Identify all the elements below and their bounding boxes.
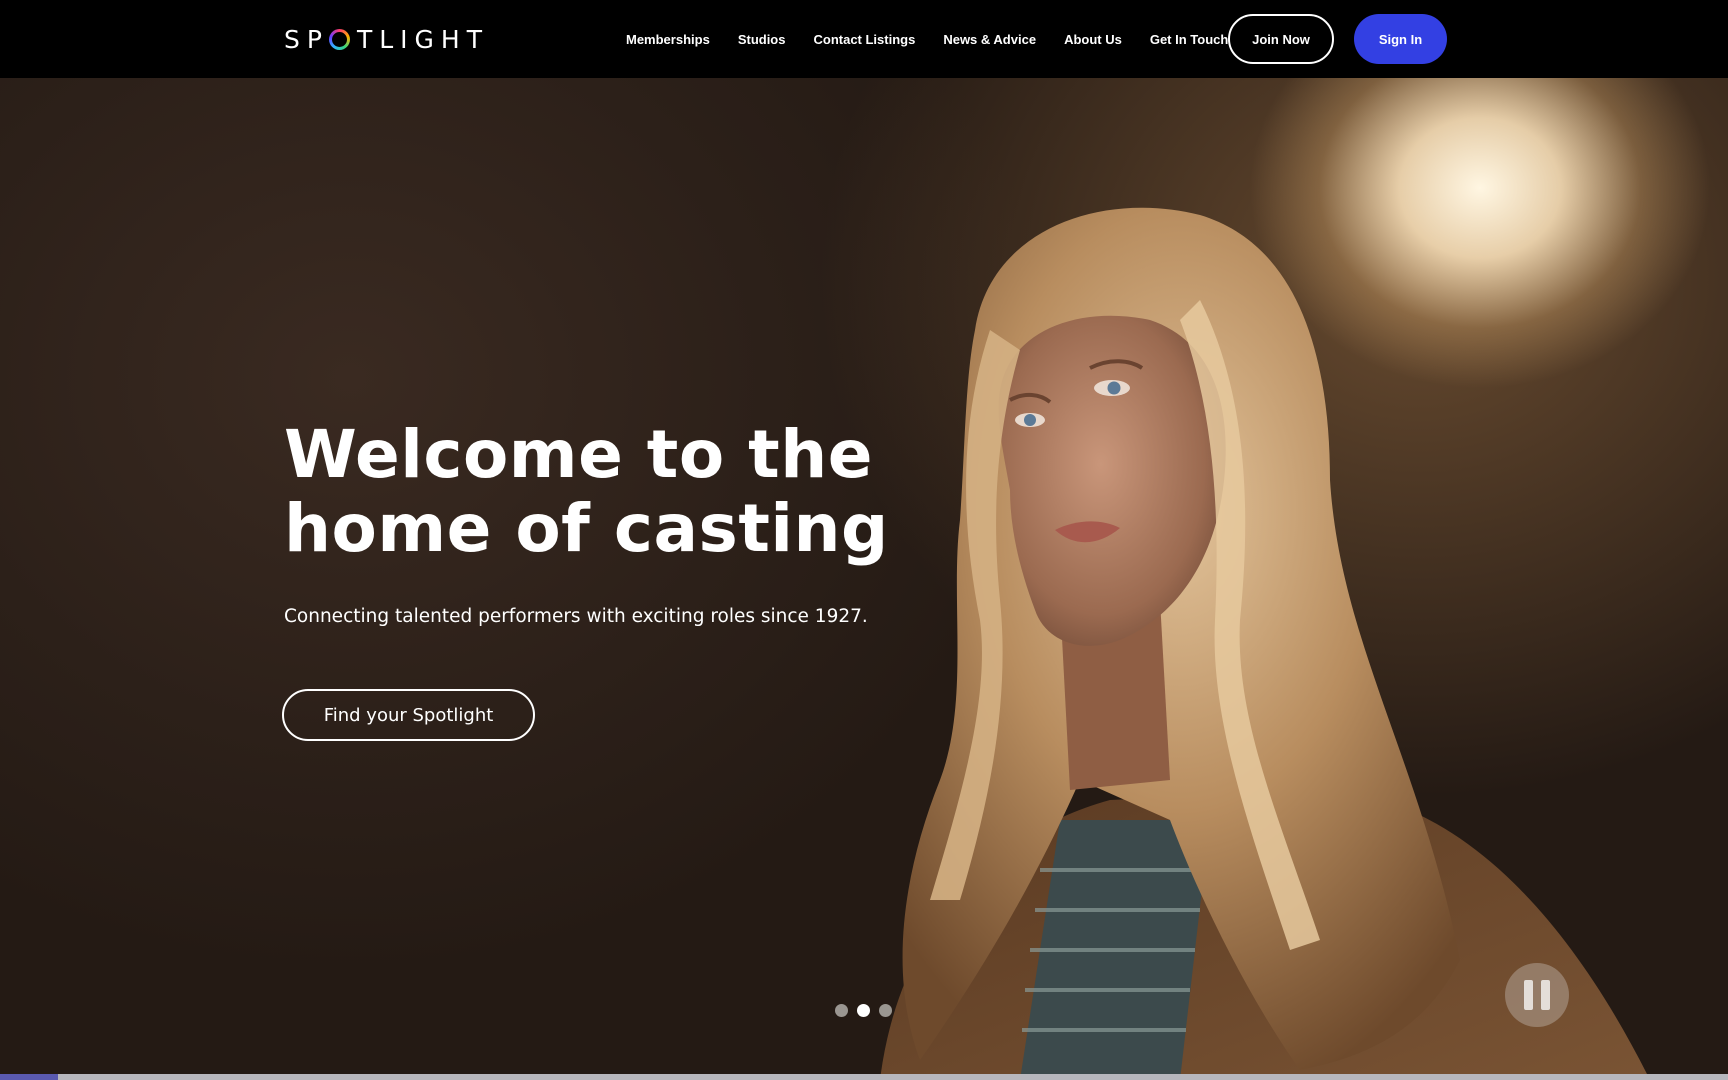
hero-title: Welcome to the home of casting bbox=[284, 418, 904, 566]
find-your-spotlight-button[interactable]: Find your Spotlight bbox=[282, 689, 535, 741]
spotlight-ring-icon bbox=[328, 28, 350, 50]
hero-banner: Welcome to the home of casting Connectin… bbox=[0, 78, 1728, 1074]
hero-subtitle: Connecting talented performers with exci… bbox=[284, 606, 868, 627]
spotlight-logo[interactable]: SP TLIGHT bbox=[284, 24, 489, 54]
nav-about-us[interactable]: About Us bbox=[1064, 32, 1122, 47]
join-now-button[interactable]: Join Now bbox=[1228, 14, 1334, 64]
sign-in-button[interactable]: Sign In bbox=[1354, 14, 1447, 64]
pause-icon bbox=[1524, 980, 1533, 1010]
logo-text-start: SP bbox=[284, 24, 329, 54]
carousel-dot-3[interactable] bbox=[879, 1004, 892, 1017]
nav-memberships[interactable]: Memberships bbox=[626, 32, 710, 47]
site-header: SP TLIGHT Memberships Studios Contact Li… bbox=[0, 0, 1728, 78]
hero-portrait-image bbox=[880, 207, 1647, 1074]
carousel-dot-2[interactable] bbox=[857, 1004, 870, 1017]
page-scroll-indicator bbox=[0, 1074, 1728, 1080]
nav-news-advice[interactable]: News & Advice bbox=[943, 32, 1036, 47]
hero-title-line-2: home of casting bbox=[284, 490, 889, 567]
scroll-progress bbox=[0, 1074, 58, 1080]
nav-studios[interactable]: Studios bbox=[738, 32, 786, 47]
nav-get-in-touch[interactable]: Get In Touch bbox=[1150, 32, 1228, 47]
pause-button[interactable] bbox=[1505, 963, 1569, 1027]
carousel-dots bbox=[835, 1004, 892, 1017]
logo-wordmark: SP TLIGHT bbox=[284, 25, 489, 54]
logo-text-end: TLIGHT bbox=[356, 24, 489, 54]
pause-icon-bar bbox=[1541, 980, 1550, 1010]
hero-title-line-1: Welcome to the bbox=[284, 416, 873, 493]
nav-contact-listings[interactable]: Contact Listings bbox=[813, 32, 915, 47]
carousel-dot-1[interactable] bbox=[835, 1004, 848, 1017]
main-nav: Memberships Studios Contact Listings New… bbox=[626, 0, 1228, 78]
